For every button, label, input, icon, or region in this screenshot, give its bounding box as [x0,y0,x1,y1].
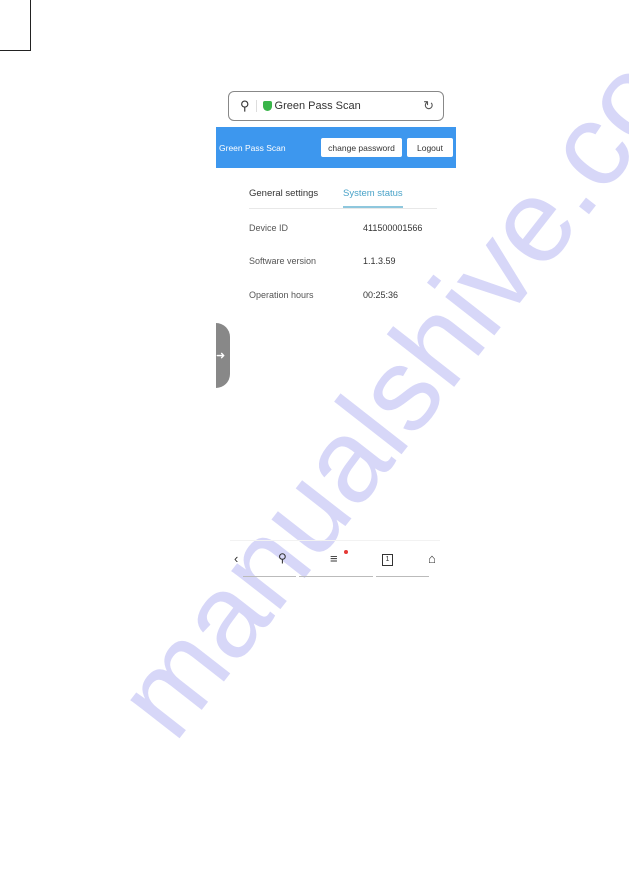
crop-mark [0,0,31,51]
status-value: 411500001566 [363,223,423,233]
search-icon[interactable]: ⚲ [240,98,250,114]
change-password-button[interactable]: change password [321,138,402,157]
back-icon[interactable]: ‹ [234,551,238,566]
side-drawer-handle[interactable]: ➜ [216,323,230,388]
menu-icon[interactable]: ≡ [330,551,338,566]
reload-icon[interactable]: ↻ [423,98,434,114]
status-value: 1.1.3.59 [363,256,396,266]
home-icon[interactable]: ⌂ [428,551,436,566]
status-row-software-version: Software version 1.1.3.59 [249,256,449,266]
divider [299,576,373,577]
address-bar[interactable]: ⚲ Green Pass Scan ↻ [228,91,444,121]
manual-page: manualshive.com ⚲ Green Pass Scan ↻ Gree… [0,0,629,893]
status-row-device-id: Device ID 411500001566 [249,223,449,233]
status-label: Operation hours [249,290,314,300]
tab-system-status[interactable]: System status [343,188,403,208]
search-icon[interactable]: ⚲ [278,551,287,565]
app-title: Green Pass Scan [219,143,286,153]
settings-tabs: General settings System status [249,188,437,209]
app-header: Green Pass Scan change password Logout [216,127,456,168]
divider [243,576,296,577]
logout-button[interactable]: Logout [407,138,453,157]
divider [376,576,429,577]
status-row-operation-hours: Operation hours 00:25:36 [249,290,449,300]
arrow-right-icon: ➜ [216,350,226,362]
notification-dot [344,550,348,554]
browser-navbar: ‹ ⚲ ≡ 1 ⌂ [230,540,440,577]
tabs-icon[interactable]: 1 [382,554,393,566]
status-label: Device ID [249,223,289,233]
divider [255,100,257,112]
status-value: 00:25:36 [363,290,399,300]
tab-general-settings[interactable]: General settings [249,188,318,199]
shield-icon [262,101,272,111]
status-label: Software version [249,256,317,266]
url-title: Green Pass Scan [274,100,361,112]
